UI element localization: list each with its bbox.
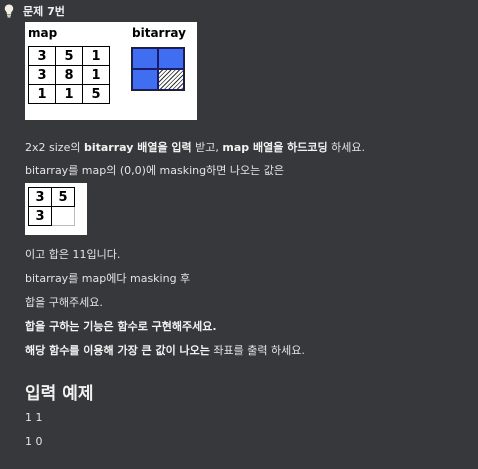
bitarray-cell-on [158,48,184,69]
text-span-bold: bitarray 배열을 입력 [83,141,192,154]
map-cell: 1 [55,84,83,104]
result-cell [51,206,75,226]
map-cell: 5 [55,46,83,66]
map-cell: 1 [82,65,110,85]
map-bitarray-figure: map bitarray 3 5 1 3 8 1 1 1 5 [25,22,197,120]
map-cell: 3 [28,65,56,85]
masking-result-figure: 3 5 3 [25,183,87,235]
map-label: map [28,26,58,40]
bitarray-cell-on [132,48,158,69]
text-span-bold: map 배열을 하드코딩 [222,141,328,154]
table-row: 3 8 1 [28,65,110,85]
map-cell: 8 [55,65,83,85]
text-span: 받고, [191,141,223,154]
result-cell: 5 [51,187,75,207]
table-row: 1 1 5 [28,84,110,104]
instruction-line-7: 해당 함수를 이용해 가장 큰 값이 나오는 좌표를 출력 하세요. [25,342,305,358]
instruction-line-5: 합을 구해주세요. [25,296,103,309]
table-row: 3 [28,206,75,226]
map-cell: 3 [28,46,56,66]
input-example-title: 입력 예제 [25,384,94,404]
table-row: 3 5 1 [28,46,110,66]
problem-header: 문제 7번 [4,3,65,19]
instruction-line-1: 2x2 size의 bitarray 배열을 입력 받고, map 배열을 하드… [25,139,365,155]
instruction-line-4: bitarray를 map에다 masking 후 [25,272,191,285]
bitarray-cell-on [132,69,158,90]
map-cell: 1 [82,46,110,66]
instruction-line-2: bitarray를 map의 (0,0)에 masking하면 나오는 값은 [25,164,284,177]
table-row: 3 5 [28,187,75,207]
map-cell: 5 [82,84,110,104]
text-span: 하세요. [327,141,366,154]
bitarray-grid [131,47,185,91]
text-span: 좌표를 출력 하세요. [209,344,305,357]
map-cell: 1 [28,84,56,104]
lightbulb-icon [4,4,14,18]
result-cell: 3 [28,206,52,226]
result-cell: 3 [28,187,52,207]
bitarray-label: bitarray [132,26,186,40]
input-example-line: 1 0 [25,435,43,448]
text-span-bold: 해당 함수를 이용해 가장 큰 값이 나오는 [25,344,210,357]
text-span-bold: 합을 구하는 기능은 함수로 구현해주세요. [25,320,217,333]
instruction-line-3: 이고 합은 11입니다. [25,248,121,261]
instruction-line-6: 합을 구하는 기능은 함수로 구현해주세요. [25,318,217,334]
result-table: 3 5 3 [28,187,75,226]
text-span: 2x2 size의 [25,141,84,154]
map-table: 3 5 1 3 8 1 1 1 5 [28,46,110,104]
problem-title: 문제 7번 [23,5,65,18]
input-example-line: 1 1 [25,411,43,424]
bitarray-cell-off [158,69,184,90]
